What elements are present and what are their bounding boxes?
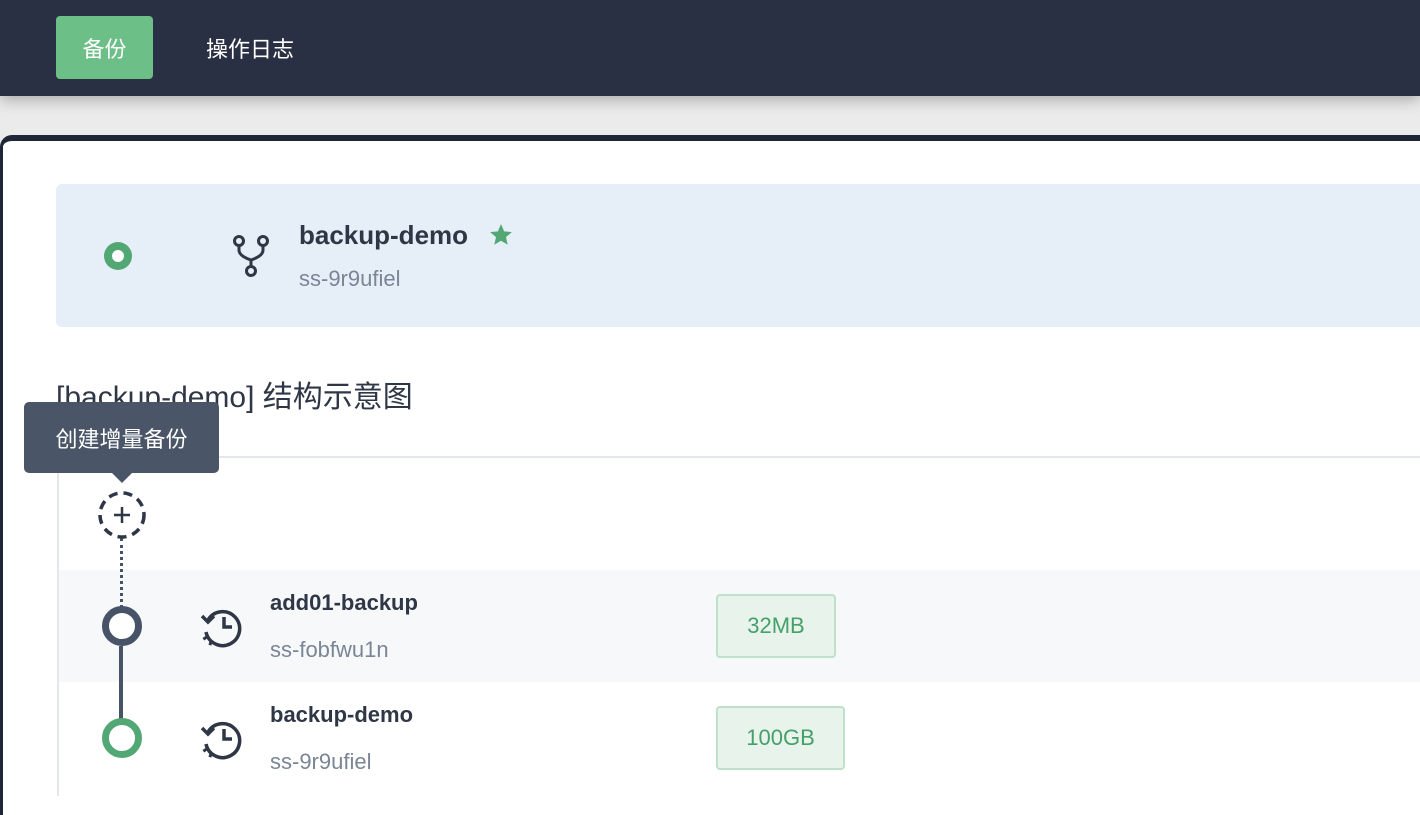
backup-node-root[interactable] [102,718,142,758]
add-circle-icon[interactable] [96,489,148,541]
instance-name: backup-demo [299,220,469,250]
top-nav: 备份 操作日志 [0,0,1420,96]
star-icon [490,224,512,245]
size-badge: 32MB [716,594,836,658]
branch-icon [233,235,269,277]
history-icon [200,609,242,648]
history-icon [200,721,242,760]
backup-id: ss-9r9ufiel [270,749,372,774]
status-indicator-icon [104,242,132,270]
connector-line [119,646,123,720]
instance-id: ss-9r9ufiel [299,266,401,291]
tab-operation-log[interactable]: 操作日志 [186,16,314,79]
backup-name: add01-backup [270,590,418,615]
add-incremental-backup-tooltip: 创建增量备份 [24,402,219,483]
size-badge: 100GB [716,706,845,770]
instance-card[interactable]: backup-demo ss-9r9ufiel [56,184,1420,327]
tab-backup[interactable]: 备份 [56,16,153,79]
backup-name: backup-demo [270,702,414,727]
backup-id: ss-fobfwu1n [270,637,389,662]
pending-connector-line [120,538,123,608]
backup-node-add01[interactable] [102,606,142,646]
